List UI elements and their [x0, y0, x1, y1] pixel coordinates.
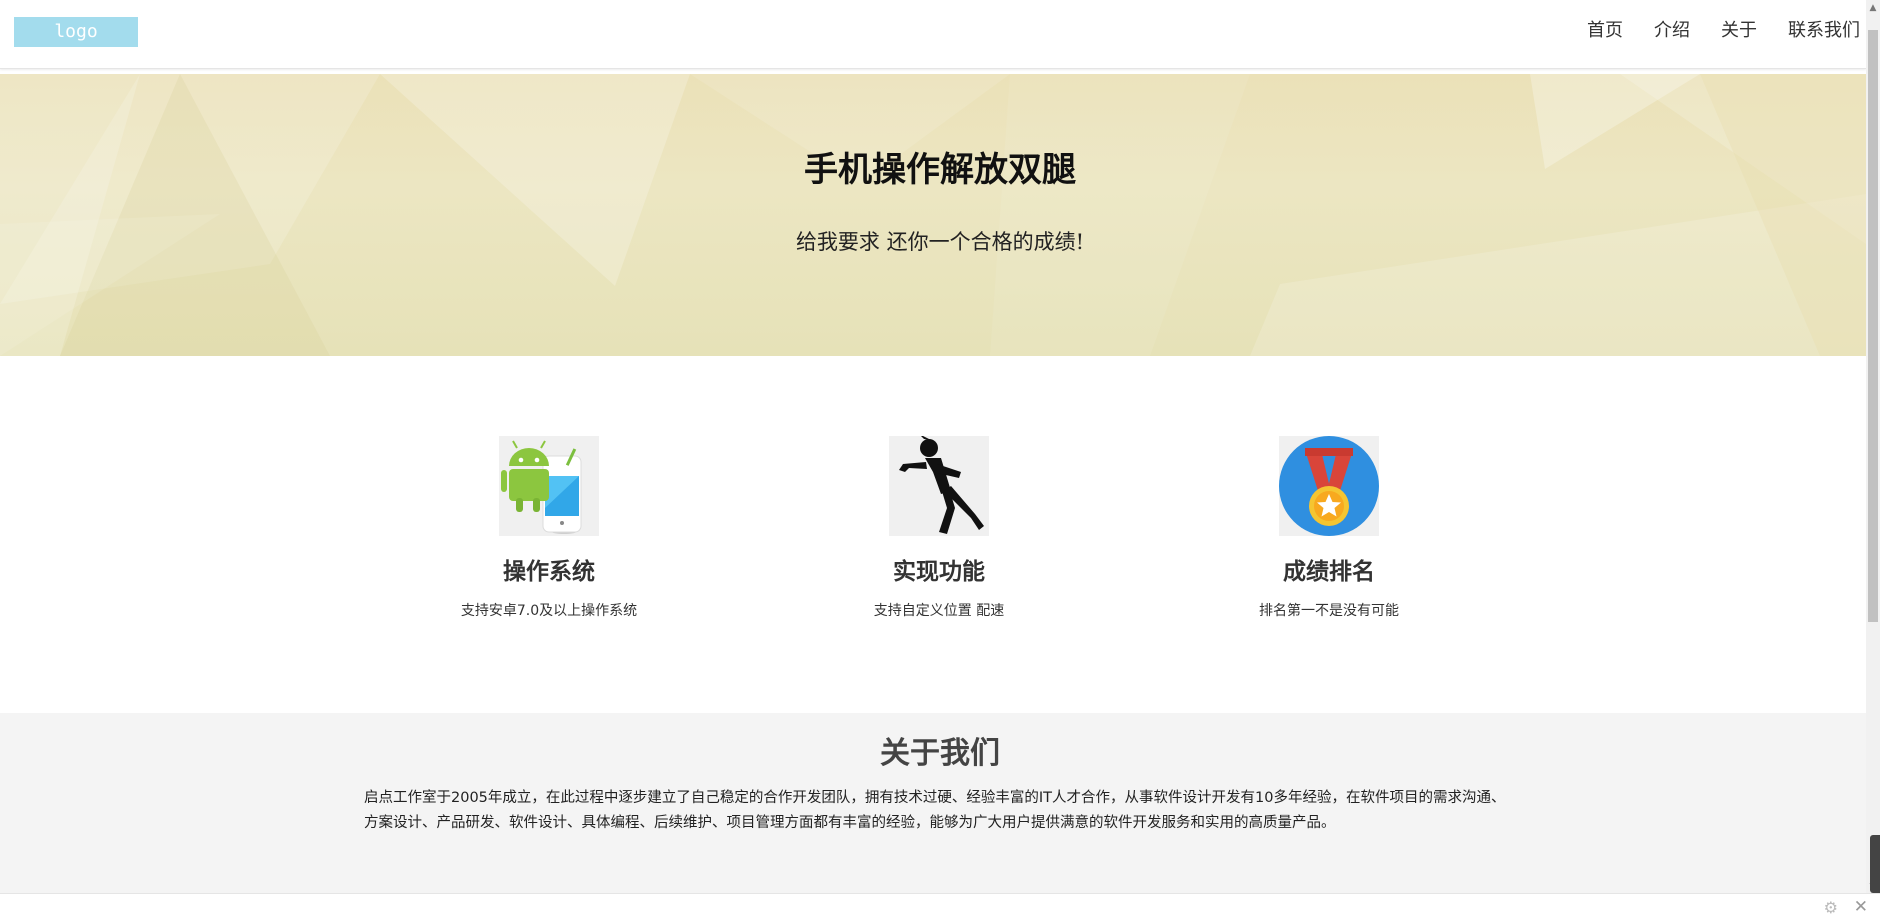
hero-banner: 手机操作解放双腿 给我要求 还你一个合格的成绩! — [0, 74, 1866, 356]
side-widget-handle[interactable] — [1870, 835, 1880, 893]
nav-contact[interactable]: 联系我们 — [1788, 16, 1860, 42]
about-section: 关于我们 启点工作室于2005年成立，在此过程中逐步建立了自己稳定的合作开发团队… — [0, 713, 1866, 893]
hero-subtitle: 给我要求 还你一个合格的成绩! — [795, 230, 1085, 254]
feature-card-ranking: 成绩排名 排名第一不是没有可能 — [1199, 436, 1459, 620]
feature-title: 成绩排名 — [1283, 558, 1375, 585]
nav-home[interactable]: 首页 — [1587, 16, 1623, 42]
feature-title: 操作系统 — [503, 558, 595, 585]
feature-description: 排名第一不是没有可能 — [1259, 603, 1399, 619]
android-phone-icon — [499, 436, 599, 536]
scrollbar-thumb[interactable] — [1868, 30, 1878, 622]
site-logo[interactable]: logo — [14, 17, 138, 47]
feature-description: 支持自定义位置 配速 — [873, 603, 1005, 619]
main-nav: 首页 介绍 关于 联系我们 — [1556, 0, 1866, 58]
medal-icon — [1279, 436, 1379, 536]
about-text: 启点工作室于2005年成立，在此过程中逐步建立了自己稳定的合作开发团队，拥有技术… — [364, 790, 1506, 831]
hero-background-pattern — [0, 74, 1866, 356]
nav-about[interactable]: 关于 — [1721, 16, 1757, 42]
feature-title: 实现功能 — [893, 558, 985, 585]
feature-description: 支持安卓7.0及以上操作系统 — [460, 603, 638, 619]
bottom-toolbar: ⚙ ✕ — [0, 893, 1880, 922]
about-title: 关于我们 — [880, 736, 1000, 771]
top-navbar: logo 首页 介绍 关于 联系我们 — [0, 0, 1866, 69]
feature-card-function: 实现功能 支持自定义位置 配速 — [809, 434, 1069, 620]
gear-icon[interactable]: ⚙ — [1824, 898, 1838, 917]
hero-title: 手机操作解放双腿 — [804, 150, 1076, 190]
running-man-icon — [889, 434, 989, 536]
vertical-scrollbar[interactable]: ▲ ▼ — [1866, 0, 1880, 895]
nav-intro[interactable]: 介绍 — [1654, 16, 1690, 42]
close-icon[interactable]: ✕ — [1854, 897, 1868, 917]
feature-card-os: 操作系统 支持安卓7.0及以上操作系统 — [419, 436, 679, 620]
scroll-up-arrow-icon[interactable]: ▲ — [1866, 0, 1880, 16]
